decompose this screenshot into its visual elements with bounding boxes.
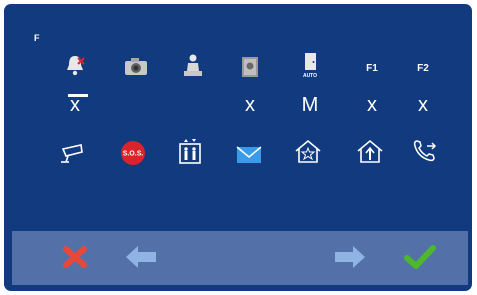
f1-label[interactable]: F1 — [357, 63, 387, 74]
cancel-button[interactable] — [58, 242, 92, 272]
sos-icon[interactable]: S.O.S. — [118, 140, 148, 166]
f2-label[interactable]: F2 — [408, 63, 438, 74]
call-transfer-icon[interactable] — [411, 138, 441, 164]
left-arrow-icon — [126, 246, 156, 268]
function-key-indicator: F — [34, 33, 40, 43]
forward-button[interactable] — [333, 242, 367, 272]
screen: F AUTO F1 F2 x x M x x S.O.S. — [4, 4, 472, 291]
home-call-icon[interactable] — [355, 138, 385, 164]
back-button[interactable] — [124, 242, 158, 272]
cancel-icon — [63, 246, 87, 268]
bell-mute-value: x — [70, 94, 80, 116]
home-alarm-icon[interactable] — [293, 138, 323, 164]
selection-underline — [68, 94, 88, 97]
confirm-button[interactable] — [403, 242, 437, 272]
doorman-icon[interactable] — [178, 52, 208, 78]
photo-value: x — [245, 94, 255, 116]
right-arrow-icon — [335, 246, 365, 268]
f1-value: x — [367, 94, 377, 116]
auto-door-value: M — [301, 94, 319, 116]
sos-label: S.O.S. — [123, 151, 144, 158]
confirm-icon — [404, 245, 436, 269]
photo-icon[interactable] — [235, 54, 265, 80]
elevator-icon[interactable] — [175, 138, 205, 164]
bell-mute-icon[interactable] — [60, 52, 90, 78]
mail-icon[interactable] — [234, 142, 264, 168]
camera-icon[interactable] — [121, 54, 151, 80]
f2-value: x — [418, 94, 428, 116]
cctv-camera-icon[interactable] — [57, 140, 87, 166]
auto-label: AUTO — [302, 73, 318, 79]
bottom-toolbar — [12, 231, 468, 285]
